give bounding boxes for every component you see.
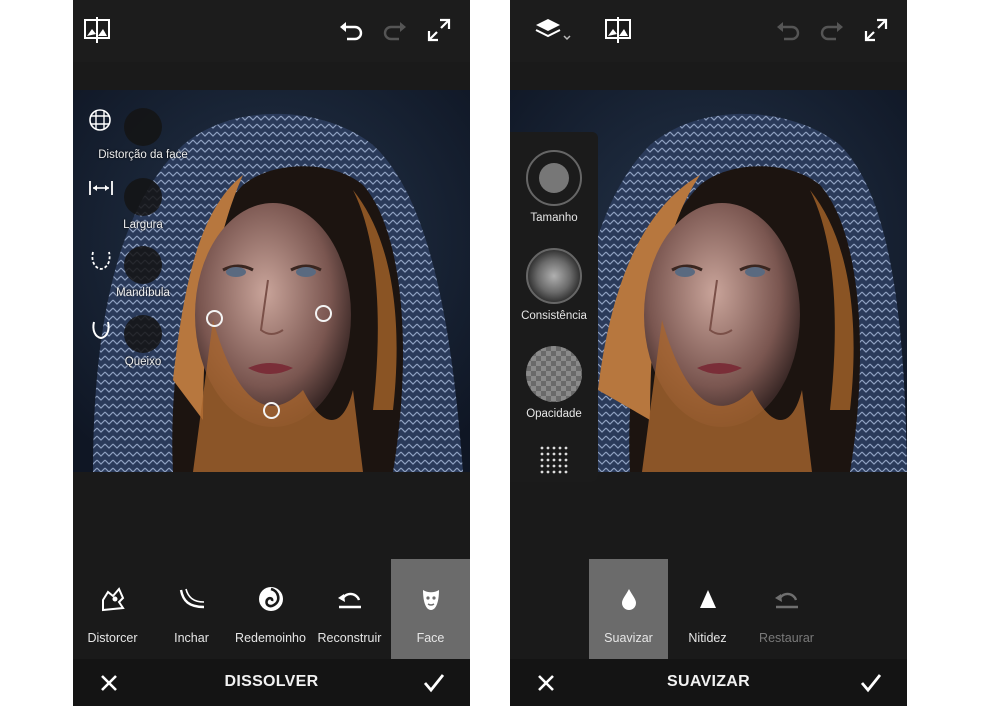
- brush-hardness-label: Consistência: [510, 310, 598, 322]
- bottom-bar: SUAVIZAR: [510, 659, 907, 706]
- face-icon: [420, 586, 442, 612]
- top-toolbar: [73, 0, 470, 62]
- tool-inchar[interactable]: Inchar: [152, 559, 231, 659]
- compare-image-icon: [83, 17, 111, 43]
- tool-distorcer[interactable]: Distorcer: [73, 559, 152, 659]
- undo-button[interactable]: [772, 14, 804, 46]
- checkmark-icon: [423, 673, 445, 693]
- redo-button[interactable]: [816, 14, 848, 46]
- brush-hardness-knob[interactable]: [526, 248, 582, 304]
- fullscreen-button[interactable]: [423, 14, 455, 46]
- bloat-icon: [177, 587, 207, 611]
- redo-button[interactable]: [379, 14, 411, 46]
- compare-image-icon: [604, 17, 632, 43]
- fullscreen-button[interactable]: [860, 14, 892, 46]
- portrait-photo[interactable]: Distorção da face Largura Mandíbula: [73, 90, 470, 472]
- face-menu-chin[interactable]: Queixo: [88, 315, 198, 368]
- tool-label: Nitidez: [668, 631, 747, 645]
- tool-restaurar[interactable]: Restaurar: [747, 559, 826, 659]
- left-cheek-handle[interactable]: [206, 310, 223, 327]
- face-distortion-button[interactable]: [124, 108, 162, 146]
- expand-icon: [863, 17, 889, 43]
- face-menu-label: Distorção da face: [88, 149, 198, 161]
- top-toolbar: [510, 0, 907, 62]
- tool-reconstruir[interactable]: Reconstruir: [310, 559, 389, 659]
- warp-icon: [99, 586, 127, 612]
- brush-size-control[interactable]: Tamanho: [510, 150, 598, 224]
- face-menu-face-distortion[interactable]: Distorção da face: [88, 108, 198, 161]
- undo-icon: [338, 19, 364, 41]
- tool-face[interactable]: Face: [391, 559, 470, 659]
- undo-icon: [775, 19, 801, 41]
- apply-button[interactable]: [420, 669, 448, 697]
- compare-image-button[interactable]: [81, 14, 113, 46]
- mode-title: SUAVIZAR: [510, 673, 907, 691]
- drop-icon: [620, 587, 638, 611]
- width-button[interactable]: [124, 178, 162, 216]
- tool-nitidez[interactable]: Nitidez: [668, 559, 747, 659]
- triangle-icon: [698, 588, 718, 610]
- face-menu-label: Largura: [88, 219, 198, 231]
- dot-pattern-icon: [536, 444, 572, 476]
- mode-title: DISSOLVER: [73, 673, 470, 691]
- tool-redemoinho[interactable]: Redemoinho: [231, 559, 310, 659]
- brush-size-label: Tamanho: [510, 212, 598, 224]
- tool-label: Reconstruir: [310, 631, 389, 645]
- face-menu-jaw[interactable]: Mandíbula: [88, 246, 198, 299]
- chin-handle[interactable]: [263, 402, 280, 419]
- layers-button[interactable]: [532, 14, 576, 46]
- tool-strip: Suavizar Nitidez Restaurar: [510, 559, 907, 659]
- tool-label: Redemoinho: [231, 631, 310, 645]
- redo-icon: [382, 19, 408, 41]
- face-menu-label: Mandíbula: [88, 287, 198, 299]
- apply-button[interactable]: [857, 669, 885, 697]
- brush-pressure-control[interactable]: [510, 444, 598, 481]
- tool-label: Suavizar: [589, 631, 668, 645]
- reconstruct-icon: [336, 588, 364, 610]
- brush-opacity-knob[interactable]: [526, 346, 582, 402]
- undo-button[interactable]: [335, 14, 367, 46]
- brush-opacity-control[interactable]: Opacidade: [510, 346, 598, 420]
- face-menu-label: Queixo: [88, 356, 198, 368]
- chin-outline-icon: [88, 315, 114, 341]
- width-arrows-icon: [88, 178, 114, 198]
- grid-icon: [88, 108, 112, 132]
- expand-icon: [426, 17, 452, 43]
- phone-screen-suavizar: Tamanho Consistência Opacidade: [510, 0, 907, 706]
- face-menu-width[interactable]: Largura: [88, 178, 198, 231]
- tool-label: Face: [391, 631, 470, 645]
- redo-icon: [819, 19, 845, 41]
- swirl-icon: [257, 585, 285, 613]
- compare-image-button[interactable]: [602, 14, 634, 46]
- tool-strip: Distorcer Inchar Redemoinho: [73, 559, 470, 659]
- tool-label: Restaurar: [747, 631, 826, 645]
- tool-suavizar[interactable]: Suavizar: [589, 559, 668, 659]
- tool-label: Inchar: [152, 631, 231, 645]
- right-cheek-handle[interactable]: [315, 305, 332, 322]
- bottom-bar: DISSOLVER: [73, 659, 470, 706]
- brush-size-knob[interactable]: [526, 150, 582, 206]
- restore-icon: [773, 588, 801, 610]
- checkmark-icon: [860, 673, 882, 693]
- jaw-outline-icon: [88, 246, 114, 272]
- tool-label: Distorcer: [73, 631, 152, 645]
- brush-opacity-label: Opacidade: [510, 408, 598, 420]
- chin-button[interactable]: [124, 315, 162, 353]
- brush-settings-panel: Tamanho Consistência Opacidade: [510, 132, 598, 482]
- jaw-button[interactable]: [124, 246, 162, 284]
- brush-hardness-control[interactable]: Consistência: [510, 248, 598, 322]
- phone-screen-dissolver: Distorção da face Largura Mandíbula: [73, 0, 470, 706]
- layers-icon: [534, 16, 574, 44]
